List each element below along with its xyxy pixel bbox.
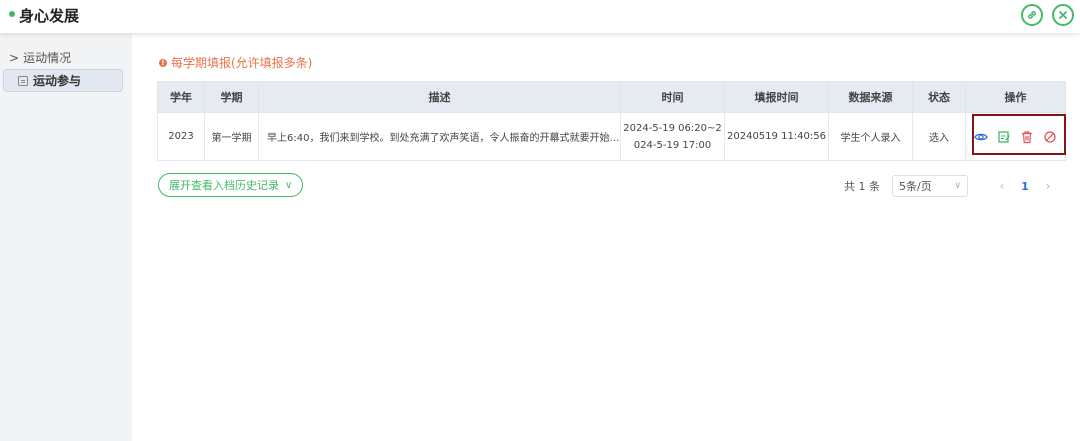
time-line-2: 024-5-19 17:00	[633, 139, 712, 151]
cell-term: 第一学期	[204, 112, 259, 161]
trash-icon	[1022, 130, 1032, 143]
cell-status: 选入	[912, 112, 966, 161]
close-button[interactable]	[1052, 4, 1074, 26]
cell-source: 学生个人录入	[828, 112, 913, 161]
col-status: 状态	[912, 81, 966, 113]
main-content: ! 每学期填报(允许填报多条) 学年 学期 描述 时间 填报时间 数据来源 状态…	[132, 33, 1080, 441]
status-dot	[9, 11, 15, 17]
prev-page-button[interactable]: ‹	[988, 179, 1016, 193]
notice-label: 每学期填报(允许填报多条)	[171, 56, 313, 70]
link-button[interactable]	[1021, 4, 1043, 26]
pagination: 共 1 条 5条/页 ∨ ‹ 1 ›	[844, 175, 1062, 197]
cell-filled-time: 20240519 11:40:56	[724, 112, 829, 161]
disable-button[interactable]	[1043, 130, 1057, 144]
eye-icon	[974, 133, 988, 140]
expand-history-button[interactable]: 展开查看入档历史记录 ∨	[158, 173, 304, 197]
page-title: 身心发展	[19, 7, 80, 25]
delete-button[interactable]	[1020, 130, 1034, 144]
ban-icon	[1044, 130, 1056, 143]
col-actions: 操作	[965, 81, 1066, 113]
table-header-row: 学年 学期 描述 时间 填报时间 数据来源 状态 操作	[157, 81, 1066, 113]
sidebar-item-sports-participation[interactable]: 运动参与	[3, 69, 123, 92]
cell-actions	[965, 112, 1066, 161]
cell-time: 2024-5-19 06:20~2 024-5-19 17:00	[620, 112, 725, 161]
document-icon	[18, 75, 28, 86]
col-term: 学期	[204, 81, 259, 113]
col-source: 数据来源	[828, 81, 913, 113]
page-size-select[interactable]: 5条/页 ∨	[892, 175, 968, 197]
close-icon	[1059, 11, 1067, 19]
sidebar-group-sports[interactable]: > 运动情况	[9, 49, 71, 66]
sidebar: > 运动情况 运动参与	[0, 33, 132, 441]
view-button[interactable]	[974, 130, 988, 144]
table-row: 2023 第一学期 早上6:40，我们来到学校。到处充满了欢声笑语，令人振奋的开…	[157, 112, 1066, 161]
chevron-down-icon: ∨	[954, 181, 961, 191]
cell-description: 早上6:40，我们来到学校。到处充满了欢声笑语，令人振奋的开幕式就要开始了！..…	[258, 112, 621, 161]
cell-year: 2023	[157, 112, 205, 161]
edit-button[interactable]	[997, 130, 1011, 144]
page-size-value: 5条/页	[899, 180, 932, 193]
expand-history-label: 展开查看入档历史记录	[169, 179, 279, 192]
notice-text: ! 每学期填报(允许填报多条)	[159, 54, 312, 71]
col-description: 描述	[258, 81, 621, 113]
sidebar-item-label: 运动参与	[33, 74, 82, 88]
col-time: 时间	[620, 81, 725, 113]
top-bar: 身心发展	[0, 0, 1080, 33]
sidebar-group-label: 运动情况	[23, 51, 72, 65]
pagination-total: 共 1 条	[844, 180, 880, 193]
edit-icon	[998, 130, 1011, 143]
warning-icon: !	[159, 58, 167, 67]
next-page-button[interactable]: ›	[1034, 179, 1062, 193]
page-number-current[interactable]: 1	[1016, 180, 1034, 193]
link-icon	[1028, 11, 1036, 19]
chevron-down-icon: ∨	[285, 179, 293, 191]
time-line-1: 2024-5-19 06:20~2	[623, 122, 722, 134]
col-filled-time: 填报时间	[724, 81, 829, 113]
chevron-right-icon: >	[9, 50, 20, 65]
col-year: 学年	[157, 81, 205, 113]
records-table: 学年 学期 描述 时间 填报时间 数据来源 状态 操作 2023 第一学期 早上…	[157, 81, 1066, 161]
